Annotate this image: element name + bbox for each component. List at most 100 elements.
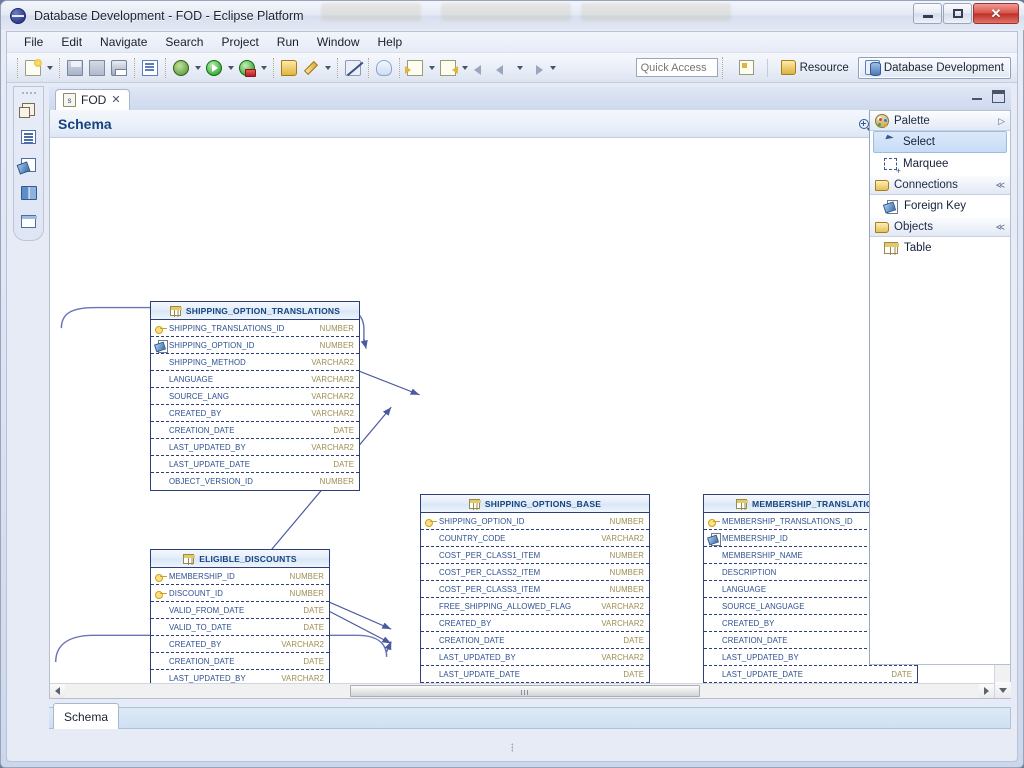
fast-view-restore-button[interactable] xyxy=(18,98,40,120)
canvas-horizontal-scrollbar[interactable] xyxy=(50,683,994,698)
perspective-database-development[interactable]: Database Development xyxy=(858,57,1011,79)
new-document-button[interactable] xyxy=(22,57,44,79)
fast-view-properties[interactable] xyxy=(18,210,40,232)
menu-item-navigate[interactable]: Navigate xyxy=(91,33,156,51)
entity-table[interactable]: SHIPPING_OPTION_TRANSLATIONSSHIPPING_TRA… xyxy=(150,301,360,491)
chevron-right-icon[interactable]: ▷ xyxy=(998,116,1005,127)
minimize-button[interactable] xyxy=(913,3,942,24)
menu-item-help[interactable]: Help xyxy=(369,33,412,51)
perspective-resource[interactable]: Resource xyxy=(774,57,856,79)
close-icon[interactable]: ✕ xyxy=(111,95,120,106)
palette-item-marquee[interactable]: Marquee xyxy=(870,153,1010,175)
pencil-dropdown[interactable] xyxy=(322,57,333,79)
save-button[interactable] xyxy=(64,57,86,79)
forward-dropdown[interactable] xyxy=(547,57,558,79)
open-resource-button[interactable] xyxy=(278,57,300,79)
entity-column-row[interactable]: VALID_FROM_DATEDATE xyxy=(151,602,329,619)
menu-item-search[interactable]: Search xyxy=(156,33,212,51)
entity-column-row[interactable]: DISCOUNT_IDNUMBER xyxy=(151,585,329,602)
editor-maximize-button[interactable] xyxy=(992,90,1005,103)
menu-item-project[interactable]: Project xyxy=(212,33,267,51)
debug-dropdown[interactable] xyxy=(192,57,203,79)
run-profile-dropdown[interactable] xyxy=(258,57,269,79)
entity-column-row[interactable]: CREATED_BYVARCHAR2 xyxy=(151,405,359,422)
next-annotation-dropdown[interactable] xyxy=(426,57,437,79)
editor-tab-fod[interactable]: s FOD ✕ xyxy=(55,89,130,110)
entity-column-row[interactable]: COUNTRY_CODEVARCHAR2 xyxy=(421,530,649,547)
run-profile-button[interactable] xyxy=(236,57,258,79)
fast-view-grip[interactable] xyxy=(21,91,37,95)
entity-column-row[interactable]: COST_PER_CLASS2_ITEMNUMBER xyxy=(421,564,649,581)
forward-button[interactable] xyxy=(525,57,547,79)
open-perspective-button[interactable] xyxy=(732,57,761,79)
palette-section-objects[interactable]: Objects ≪ xyxy=(870,217,1010,237)
run-dropdown[interactable] xyxy=(225,57,236,79)
collapse-icon[interactable]: ≪ xyxy=(996,180,1005,191)
foreign-key-icon xyxy=(155,340,169,351)
entity-column-row[interactable]: SHIPPING_OPTION_IDNUMBER xyxy=(151,337,359,354)
entity-column-row[interactable]: CREATION_DATEDATE xyxy=(421,632,649,649)
cloud-button[interactable] xyxy=(373,57,395,79)
previous-annotation-dropdown[interactable] xyxy=(459,57,470,79)
fast-view-sql-results[interactable] xyxy=(18,154,40,176)
entity-column-row[interactable]: LAST_UPDATE_DATEDATE xyxy=(704,666,917,683)
back-button[interactable] xyxy=(470,57,492,79)
palette-section-connections[interactable]: Connections ≪ xyxy=(870,175,1010,195)
new-sql-file-button[interactable] xyxy=(139,57,161,79)
scroll-left-icon[interactable] xyxy=(50,684,65,698)
entity-column-row[interactable]: SHIPPING_METHODVARCHAR2 xyxy=(151,354,359,371)
fast-view-snippets[interactable] xyxy=(18,182,40,204)
scroll-down-icon[interactable] xyxy=(995,682,1011,698)
entity-column-row[interactable]: SOURCE_LANGVARCHAR2 xyxy=(151,388,359,405)
entity-column-row[interactable]: CREATED_BYVARCHAR2 xyxy=(151,636,329,653)
editor-minimize-button[interactable] xyxy=(971,90,984,103)
entity-table[interactable]: SHIPPING_OPTIONS_BASESHIPPING_OPTION_IDN… xyxy=(420,494,650,698)
menu-item-run[interactable]: Run xyxy=(268,33,308,51)
palette-item-table[interactable]: Table xyxy=(870,237,1010,259)
entity-column-row[interactable]: COST_PER_CLASS1_ITEMNUMBER xyxy=(421,547,649,564)
entity-column-row[interactable]: CREATED_BYVARCHAR2 xyxy=(421,615,649,632)
menu-item-edit[interactable]: Edit xyxy=(52,33,91,51)
back-secondary-button[interactable] xyxy=(492,57,514,79)
entity-column-row[interactable]: LAST_UPDATE_DATEDATE xyxy=(421,666,649,683)
entity-column-row[interactable]: MEMBERSHIP_IDNUMBER xyxy=(151,568,329,585)
entity-column-row[interactable]: LAST_UPDATED_BYVARCHAR2 xyxy=(151,439,359,456)
skip-breakpoints-button[interactable] xyxy=(342,57,364,79)
entity-column-row[interactable]: LAST_UPDATE_DATEDATE xyxy=(151,456,359,473)
view-tab-schema[interactable]: Schema xyxy=(53,703,119,729)
diagram-canvas[interactable]: SHIPPING_OPTION_TRANSLATIONSSHIPPING_TRA… xyxy=(50,138,994,698)
maximize-button[interactable] xyxy=(943,3,972,24)
collapse-icon[interactable]: ≪ xyxy=(996,222,1005,233)
close-button[interactable]: ✕ xyxy=(973,3,1019,24)
entity-column-row[interactable]: VALID_TO_DATEDATE xyxy=(151,619,329,636)
entity-table[interactable]: ELIGIBLE_DISCOUNTSMEMBERSHIP_IDNUMBERDIS… xyxy=(150,549,330,698)
new-document-dropdown[interactable] xyxy=(44,57,55,79)
debug-button[interactable] xyxy=(170,57,192,79)
open-resource-icon xyxy=(281,60,297,76)
entity-column-row[interactable]: COST_PER_CLASS3_ITEMNUMBER xyxy=(421,581,649,598)
entity-column-row[interactable]: CREATION_DATEDATE xyxy=(151,653,329,670)
print-button[interactable] xyxy=(108,57,130,79)
menu-item-window[interactable]: Window xyxy=(308,33,369,51)
entity-column-row[interactable]: CREATION_DATEDATE xyxy=(151,422,359,439)
entity-column-row[interactable]: SHIPPING_OPTION_IDNUMBER xyxy=(421,513,649,530)
run-button[interactable] xyxy=(203,57,225,79)
quick-access-input[interactable] xyxy=(636,58,718,77)
entity-column-row[interactable]: LANGUAGEVARCHAR2 xyxy=(151,371,359,388)
fast-view-data-source-explorer[interactable] xyxy=(18,126,40,148)
save-all-button[interactable] xyxy=(86,57,108,79)
entity-column-row[interactable]: FREE_SHIPPING_ALLOWED_FLAGVARCHAR2 xyxy=(421,598,649,615)
entity-column-row[interactable]: LAST_UPDATED_BYVARCHAR2 xyxy=(421,649,649,666)
back-dropdown[interactable] xyxy=(514,57,525,79)
palette-item-select[interactable]: Select xyxy=(873,131,1007,153)
scroll-right-icon[interactable] xyxy=(979,684,994,698)
menu-item-file[interactable]: File xyxy=(15,33,52,51)
entity-column-row[interactable]: SHIPPING_TRANSLATIONS_IDNUMBER xyxy=(151,320,359,337)
horizontal-scroll-thumb[interactable] xyxy=(350,685,700,697)
previous-annotation-button[interactable] xyxy=(437,57,459,79)
pencil-button[interactable] xyxy=(300,57,322,79)
entity-column-row[interactable]: OBJECT_VERSION_IDNUMBER xyxy=(151,473,359,490)
next-annotation-button[interactable] xyxy=(404,57,426,79)
palette-section-palette[interactable]: Palette ▷ xyxy=(870,111,1010,131)
palette-item-foreign-key[interactable]: Foreign Key xyxy=(870,195,1010,217)
